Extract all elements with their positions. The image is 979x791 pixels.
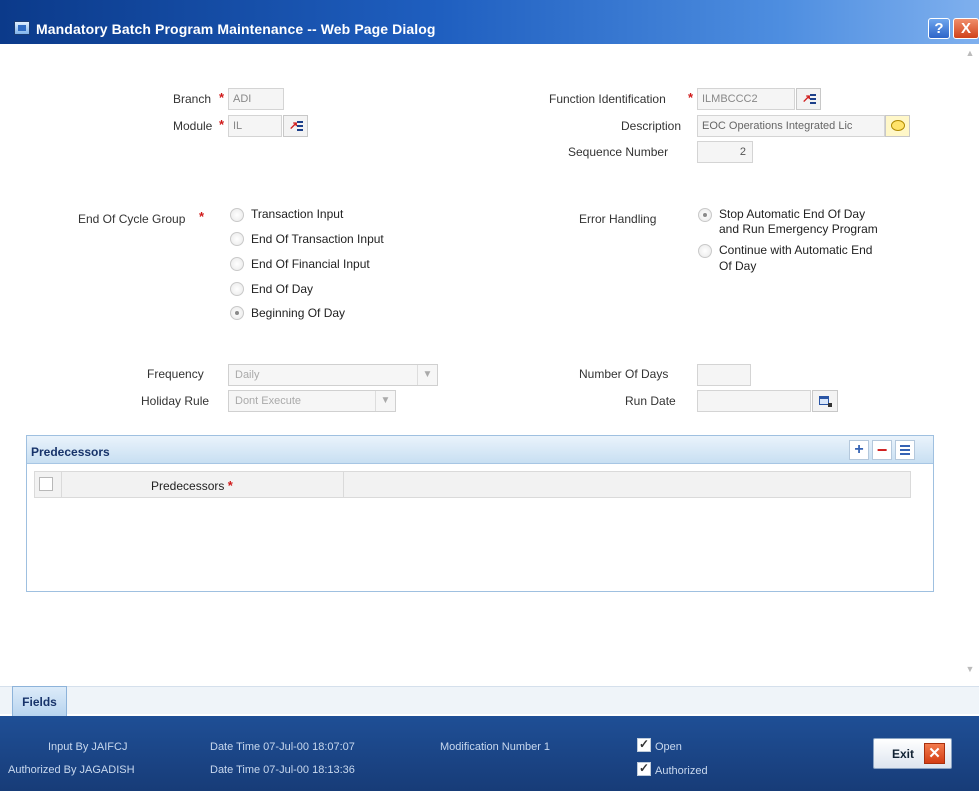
tab-strip — [0, 686, 979, 714]
error-handling-label: Error Handling — [579, 212, 657, 226]
authorized-checkbox — [637, 761, 651, 776]
open-checkbox — [637, 737, 651, 752]
close-button[interactable]: X — [953, 18, 979, 39]
open-label: Open — [655, 741, 682, 753]
radio-transaction-input[interactable] — [230, 208, 244, 222]
input-by: Input By JAIFCJ — [48, 741, 128, 753]
add-row-button[interactable]: + — [849, 440, 869, 460]
option-stop-automatic-eod-line2: and Run Emergency Program — [719, 222, 878, 236]
chevron-down-icon: ▼ — [417, 365, 437, 385]
option-transaction-input: Transaction Input — [251, 207, 344, 221]
holiday-rule-label: Holiday Rule — [141, 394, 210, 408]
authorized-by: Authorized By JAGADISH — [8, 764, 135, 776]
chevron-down-icon: ▼ — [375, 391, 395, 411]
scroll-down-arrow-icon[interactable]: ▼ — [961, 664, 979, 678]
select-all-checkbox[interactable] — [39, 477, 53, 491]
frequency-select[interactable]: Daily ▼ — [228, 364, 438, 386]
input-datetime: Date Time 07-Jul-00 18:07:07 — [210, 741, 355, 753]
function-id-field[interactable]: ILMBCCC2 — [697, 88, 795, 110]
list-of-values-icon: ↗ — [289, 120, 299, 132]
predecessors-panel: Predecessors + − Predecessors * — [26, 435, 934, 592]
branch-required-marker: * — [219, 90, 225, 105]
holiday-rule-value: Dont Execute — [235, 395, 302, 407]
predecessors-grid-header: Predecessors * — [34, 471, 911, 498]
predecessors-header: Predecessors + − — [27, 436, 933, 464]
radio-stop-automatic-eod[interactable] — [698, 208, 712, 222]
option-stop-automatic-eod-line1: Stop Automatic End Of Day — [719, 207, 866, 221]
modification-number: Modification Number 1 — [440, 741, 551, 753]
sequence-number-label: Sequence Number — [568, 145, 669, 159]
function-id-required-marker: * — [688, 90, 694, 105]
description-popup-button[interactable] — [885, 115, 910, 137]
column-header-predecessors: Predecessors * — [151, 478, 233, 493]
sequence-number-field[interactable]: 2 — [697, 141, 753, 163]
holiday-rule-select[interactable]: Dont Execute ▼ — [228, 390, 396, 412]
module-label: Module — [173, 119, 213, 133]
module-field[interactable]: IL — [228, 115, 282, 137]
tab-fields[interactable]: Fields — [12, 686, 67, 716]
radio-end-of-financial-input[interactable] — [230, 257, 244, 271]
function-id-label: Function Identification — [549, 92, 666, 106]
delete-row-button[interactable]: − — [872, 440, 892, 460]
comment-icon — [891, 120, 905, 131]
radio-beginning-of-day[interactable] — [230, 306, 244, 320]
option-continue-automatic-eod-line2: Of Day — [719, 259, 757, 273]
eoc-group-required-marker: * — [199, 209, 205, 224]
frequency-label: Frequency — [147, 367, 204, 381]
number-of-days-label: Number Of Days — [579, 367, 669, 381]
option-beginning-of-day: Beginning Of Day — [251, 306, 346, 320]
help-button[interactable]: ? — [928, 18, 950, 39]
module-lov-button[interactable]: ↗ — [283, 115, 308, 137]
audit-footer — [0, 716, 979, 791]
radio-continue-automatic-eod[interactable] — [698, 244, 712, 258]
window-app-icon — [14, 21, 30, 35]
single-view-button[interactable] — [895, 440, 915, 460]
module-required-marker: * — [219, 117, 225, 132]
exit-button[interactable]: Exit ✕ — [873, 738, 952, 769]
list-of-values-icon: ↗ — [802, 93, 812, 105]
function-id-lov-button[interactable]: ↗ — [796, 88, 821, 110]
title-bar: Mandatory Batch Program Maintenance -- W… — [0, 0, 979, 44]
radio-end-of-day[interactable] — [230, 282, 244, 296]
radio-end-of-transaction-input[interactable] — [230, 232, 244, 246]
auth-datetime: Date Time 07-Jul-00 18:13:36 — [210, 764, 355, 776]
option-continue-automatic-eod-line1: Continue with Automatic End — [719, 243, 873, 257]
option-end-of-transaction-input: End Of Transaction Input — [251, 232, 384, 246]
close-icon: ✕ — [924, 743, 945, 764]
predecessors-title: Predecessors — [31, 445, 110, 459]
description-field[interactable]: EOC Operations Integrated Lic — [697, 115, 885, 137]
description-label: Description — [621, 119, 682, 133]
end-of-cycle-group-label: End Of Cycle Group — [78, 212, 186, 226]
branch-label: Branch — [173, 92, 212, 106]
number-of-days-field[interactable] — [697, 364, 751, 386]
frequency-value: Daily — [235, 369, 260, 381]
run-date-field[interactable] — [697, 390, 811, 412]
scroll-up-arrow-icon[interactable]: ▲ — [961, 48, 979, 62]
authorized-label: Authorized — [655, 765, 708, 777]
window-title: Mandatory Batch Program Maintenance -- W… — [36, 21, 436, 37]
option-end-of-day: End Of Day — [251, 282, 314, 296]
branch-field[interactable]: ADI — [228, 88, 284, 110]
calendar-button[interactable] — [812, 390, 838, 412]
exit-label: Exit — [892, 747, 915, 761]
run-date-label: Run Date — [625, 394, 676, 408]
option-end-of-financial-input: End Of Financial Input — [251, 257, 370, 271]
